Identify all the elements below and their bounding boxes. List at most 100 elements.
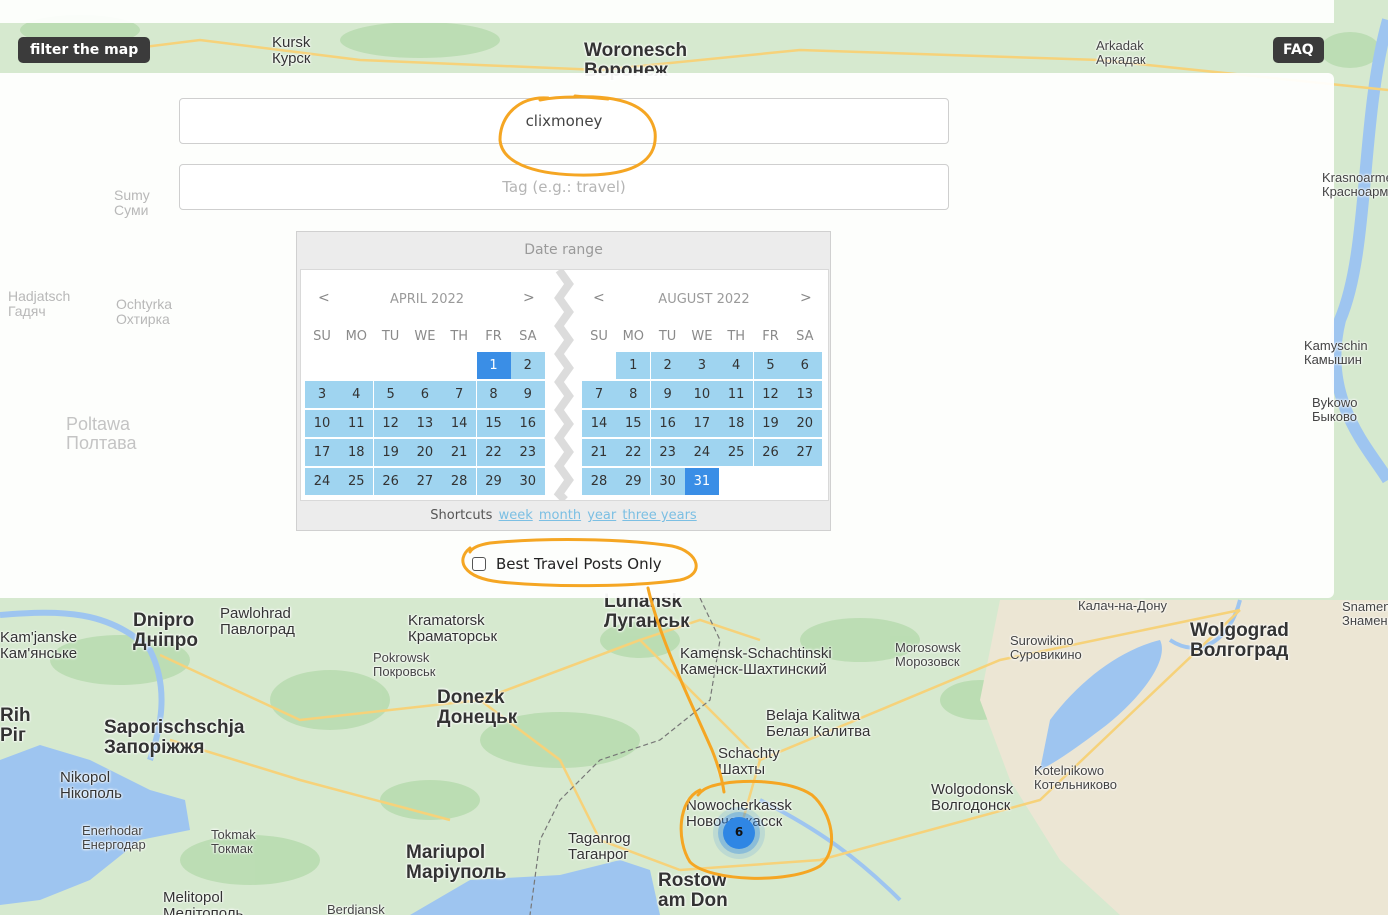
- next-month-left-button[interactable]: >: [523, 290, 535, 306]
- shortcut-three-years[interactable]: three years: [622, 508, 696, 523]
- april-weekday-sa: SA: [519, 329, 537, 344]
- map-label-dnipro: Dnipro Дніпро: [133, 610, 198, 651]
- april-day-13[interactable]: 13: [407, 410, 442, 437]
- august-day-11[interactable]: 11: [719, 381, 754, 408]
- april-day-14[interactable]: 14: [442, 410, 477, 437]
- april-day-12[interactable]: 12: [373, 410, 408, 437]
- august-weekday-we: WE: [691, 329, 713, 344]
- april-day-22[interactable]: 22: [476, 439, 511, 466]
- shortcut-year[interactable]: year: [587, 508, 616, 523]
- august-day-21[interactable]: 21: [582, 439, 616, 466]
- next-month-button[interactable]: >: [800, 290, 812, 306]
- august-day-25[interactable]: 25: [719, 439, 754, 466]
- post-cluster-marker[interactable]: 6: [723, 817, 755, 849]
- august-weekday-mo: MO: [622, 329, 645, 344]
- august-day-23[interactable]: 23: [650, 439, 685, 466]
- august-weekday-su: SU: [590, 329, 608, 344]
- august-day-2[interactable]: 2: [650, 352, 685, 379]
- april-day-10[interactable]: 10: [305, 410, 339, 437]
- map-label-snamensk: SnamenskЗнаменск: [1342, 599, 1388, 628]
- map-label-berdjansk: Berdjansk: [327, 902, 385, 915]
- august-day-4[interactable]: 4: [719, 352, 754, 379]
- map-label-kotelnikowo: Kotelnikowo Котельниково: [1034, 763, 1117, 792]
- april-day-8[interactable]: 8: [476, 381, 511, 408]
- best-travel-label: Best Travel Posts Only: [496, 555, 662, 573]
- map-label-arkadak: Arkadak Аркадак: [1096, 38, 1146, 67]
- april-day-18[interactable]: 18: [339, 439, 374, 466]
- august-weekday-th: TH: [727, 329, 746, 344]
- august-day-29[interactable]: 29: [616, 468, 651, 495]
- keyword-input[interactable]: [179, 98, 949, 144]
- august-day-31[interactable]: 31: [684, 468, 719, 495]
- april-weekday-we: WE: [414, 329, 436, 344]
- april-day-9[interactable]: 9: [510, 381, 545, 408]
- august-day-12[interactable]: 12: [753, 381, 788, 408]
- august-day-1[interactable]: 1: [616, 352, 651, 379]
- faq-button[interactable]: FAQ: [1273, 37, 1324, 63]
- april-day-24[interactable]: 24: [305, 468, 339, 495]
- map-label-hadjatsch: Hadjatsch Гадяч: [8, 288, 71, 319]
- map-label-mariupol: Mariupol Маріуполь: [406, 842, 507, 883]
- august-day-27[interactable]: 27: [787, 439, 822, 466]
- calendar-left-month: APRIL 2022: [389, 292, 465, 307]
- april-day-16[interactable]: 16: [510, 410, 545, 437]
- april-day-2[interactable]: 2: [510, 352, 545, 379]
- april-day-25[interactable]: 25: [339, 468, 374, 495]
- august-day-18[interactable]: 18: [719, 410, 754, 437]
- august-day-17[interactable]: 17: [684, 410, 719, 437]
- april-day-30[interactable]: 30: [510, 468, 545, 495]
- map-label-kamyschin: Kamyschin Камышин: [1304, 338, 1368, 367]
- april-day-26[interactable]: 26: [373, 468, 408, 495]
- map-label-krasnoarmejsk: KrasnoarmejskКрасноарм: [1322, 170, 1388, 199]
- map-label-pawlohrad: Pawlohrad Павлоград: [220, 605, 295, 638]
- april-day-7[interactable]: 7: [442, 381, 477, 408]
- august-day-10[interactable]: 10: [684, 381, 719, 408]
- map-label-taganrog: Taganrog Таганрог: [568, 830, 631, 863]
- map-label-saporischschja: Saporischschja Запоріжжя: [104, 717, 245, 758]
- august-day-16[interactable]: 16: [650, 410, 685, 437]
- august-day-3[interactable]: 3: [684, 352, 719, 379]
- april-day-1[interactable]: 1: [476, 352, 511, 379]
- august-day-26[interactable]: 26: [753, 439, 788, 466]
- april-day-4[interactable]: 4: [339, 381, 374, 408]
- shortcut-month[interactable]: month: [539, 508, 581, 523]
- best-travel-toggle[interactable]: Best Travel Posts Only: [472, 553, 662, 575]
- tag-input[interactable]: [179, 164, 949, 210]
- filter-map-button[interactable]: filter the map: [18, 37, 151, 63]
- august-day-5[interactable]: 5: [753, 352, 788, 379]
- april-day-5[interactable]: 5: [373, 381, 408, 408]
- april-day-27[interactable]: 27: [407, 468, 442, 495]
- august-day-15[interactable]: 15: [616, 410, 651, 437]
- shortcut-week[interactable]: week: [499, 508, 533, 523]
- august-day-20[interactable]: 20: [787, 410, 822, 437]
- april-day-3[interactable]: 3: [305, 381, 339, 408]
- calendar-divider: [553, 270, 574, 500]
- august-day-6[interactable]: 6: [787, 352, 822, 379]
- august-day-9[interactable]: 9: [650, 381, 685, 408]
- august-day-14[interactable]: 14: [582, 410, 616, 437]
- april-day-20[interactable]: 20: [407, 439, 442, 466]
- april-day-19[interactable]: 19: [373, 439, 408, 466]
- april-day-6[interactable]: 6: [407, 381, 442, 408]
- map-label-enerhodar: Enerhodar Енергодар: [82, 823, 146, 852]
- august-day-13[interactable]: 13: [787, 381, 822, 408]
- august-day-28[interactable]: 28: [582, 468, 616, 495]
- april-day-17[interactable]: 17: [305, 439, 339, 466]
- calendar-right-month: AUGUST 2022: [658, 292, 750, 307]
- august-day-24[interactable]: 24: [684, 439, 719, 466]
- april-day-11[interactable]: 11: [339, 410, 374, 437]
- august-day-8[interactable]: 8: [616, 381, 651, 408]
- august-day-7[interactable]: 7: [582, 381, 616, 408]
- august-day-22[interactable]: 22: [616, 439, 651, 466]
- august-day-19[interactable]: 19: [753, 410, 788, 437]
- calendar-container: < APRIL 2022 > SU MO TU WE TH FR SA 1 2 3 4 5 6 7 8 9 10…: [300, 269, 829, 501]
- april-day-29[interactable]: 29: [476, 468, 511, 495]
- april-weekday-fr: FR: [485, 329, 502, 344]
- april-day-21[interactable]: 21: [442, 439, 477, 466]
- august-day-30[interactable]: 30: [650, 468, 685, 495]
- april-day-23[interactable]: 23: [510, 439, 545, 466]
- best-travel-checkbox[interactable]: [472, 557, 486, 571]
- april-day-15[interactable]: 15: [476, 410, 511, 437]
- april-day-28[interactable]: 28: [442, 468, 477, 495]
- calendar-left: < APRIL 2022 > SU MO TU WE TH FR SA 1 2 3 4 5 6 7 8 9 10…: [301, 270, 553, 500]
